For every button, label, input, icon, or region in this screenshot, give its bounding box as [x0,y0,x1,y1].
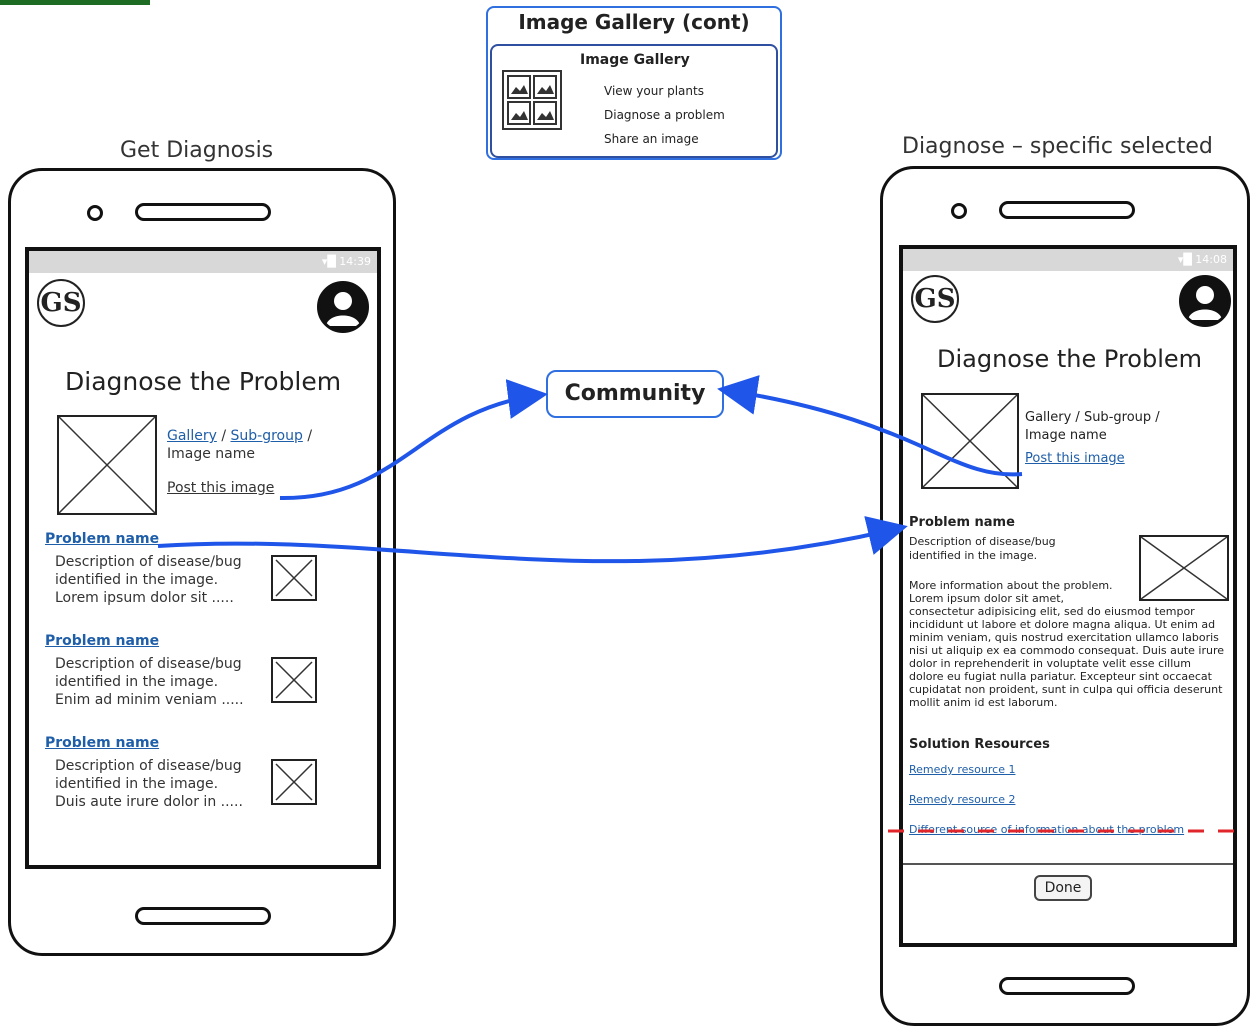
arrow-problem-to-detail [157,516,908,564]
connector-layer [157,375,1248,833]
arrow-post-to-community [279,379,548,501]
arrow-post-to-community-right [717,375,1023,477]
